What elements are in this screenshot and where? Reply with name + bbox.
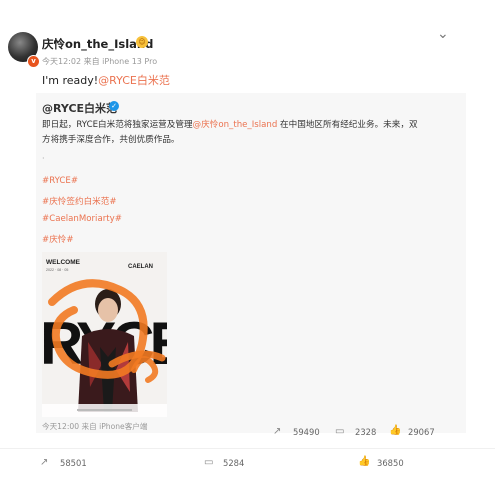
repost-body-line1-a: 即日起，RYCE白米范将独家运营及管理 bbox=[42, 120, 193, 130]
footer-likes-count[interactable]: 36850 bbox=[377, 458, 404, 468]
repost-icon[interactable]: ↗ bbox=[273, 426, 281, 437]
poster-image[interactable]: WELCOME 2022 · 08 · 05 CAELAN RYCE bbox=[42, 252, 167, 417]
hashtag-caelan[interactable]: #CaelanMoriarty# bbox=[42, 214, 122, 224]
repost-reposts-count[interactable]: 59490 bbox=[293, 427, 320, 437]
repost-author[interactable]: @RYCE白米范 bbox=[42, 100, 117, 116]
footer-divider bbox=[0, 448, 495, 449]
repost-body-mention[interactable]: @庆怜on_the_Island bbox=[193, 120, 278, 130]
footer-repost-icon[interactable]: ↗ bbox=[40, 457, 48, 468]
hashtag-qingling[interactable]: #庆怜# bbox=[42, 233, 74, 245]
post-timestamp[interactable]: 今天12:02 bbox=[42, 57, 81, 66]
poster-artwork: WELCOME 2022 · 08 · 05 CAELAN RYCE bbox=[42, 252, 167, 417]
post-meta: 今天12:02 来自 iPhone 13 Pro bbox=[42, 56, 157, 67]
repost-likes-count[interactable]: 29067 bbox=[408, 427, 435, 437]
poster-date: 2022 · 08 · 05 bbox=[46, 268, 68, 272]
post-text: I'm ready!@RYCE白米范 bbox=[42, 72, 170, 88]
post-mention-link[interactable]: @RYCE白米范 bbox=[98, 74, 170, 87]
repost-body: 即日起，RYCE白米范将独家运营及管理@庆怜on_the_Island 在中国地… bbox=[42, 118, 462, 148]
repost-body-line1-b: 在中国地区所有经纪业务。未来，双 bbox=[277, 120, 418, 130]
hashtag-signing[interactable]: #庆怜签约白米范# bbox=[42, 195, 117, 207]
poster-name: CAELAN bbox=[128, 264, 153, 270]
footer-like-icon[interactable]: 👍 bbox=[358, 456, 370, 467]
post-source-prefix: 来自 bbox=[83, 57, 100, 66]
post-source-device: iPhone 13 Pro bbox=[102, 57, 158, 66]
verified-icon: ✓ bbox=[109, 101, 119, 111]
avatar-badge: v bbox=[27, 55, 40, 68]
comment-icon[interactable]: ▭ bbox=[335, 426, 344, 437]
poster-welcome: WELCOME bbox=[46, 259, 81, 266]
repost-meta: 今天12:00 来自 iPhone客户端 bbox=[42, 422, 148, 431]
author-emoji: 😉 bbox=[136, 36, 148, 48]
footer-comment-icon[interactable]: ▭ bbox=[204, 457, 213, 468]
hashtag-ryce[interactable]: #RYCE# bbox=[42, 176, 78, 186]
footer-comments-count[interactable]: 5284 bbox=[223, 458, 244, 468]
post-text-prefix: I'm ready! bbox=[42, 74, 99, 87]
footer-reposts-count[interactable]: 58501 bbox=[60, 458, 87, 468]
repost-body-line2: 方将携手深度合作，共创优质作品。 bbox=[42, 135, 180, 145]
repost-dot: · bbox=[42, 154, 45, 163]
repost-comments-count[interactable]: 2328 bbox=[355, 427, 376, 437]
chevron-down-icon[interactable]: ⌄ bbox=[437, 26, 449, 42]
like-icon[interactable]: 👍 bbox=[389, 425, 401, 436]
